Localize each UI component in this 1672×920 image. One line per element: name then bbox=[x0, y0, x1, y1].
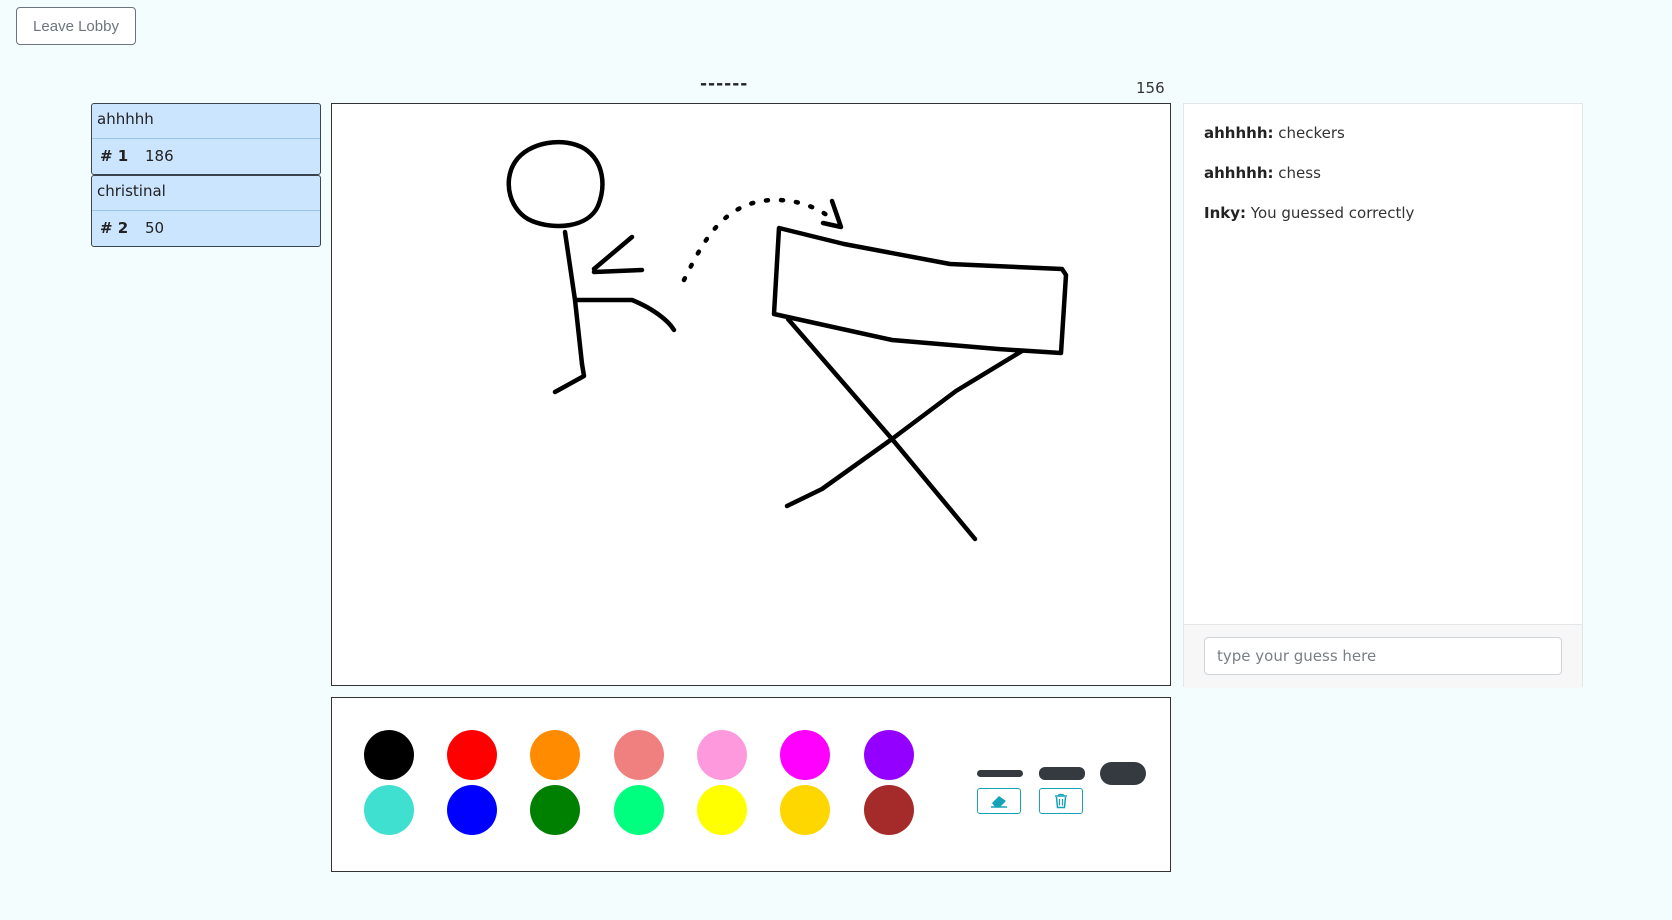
brush-size-large[interactable] bbox=[1100, 762, 1146, 785]
color-swatch-turquoise[interactable] bbox=[364, 785, 414, 835]
chat-message: Inky: You guessed correctly bbox=[1204, 202, 1582, 224]
eraser-button[interactable] bbox=[977, 788, 1021, 814]
chat-messages: ahhhhh: checkers ahhhhh: chess Inky: You… bbox=[1184, 104, 1582, 614]
color-swatch-yellow[interactable] bbox=[697, 785, 747, 835]
drawing-toolbar bbox=[331, 697, 1171, 872]
color-swatch-green[interactable] bbox=[530, 785, 580, 835]
clear-canvas-button[interactable] bbox=[1039, 788, 1083, 814]
color-swatch-magenta[interactable] bbox=[780, 730, 830, 780]
player-score-row: # 1 186 bbox=[92, 139, 320, 175]
color-swatch-spring-green[interactable] bbox=[614, 785, 664, 835]
word-hint: ------ bbox=[700, 74, 749, 94]
color-swatch-pink[interactable] bbox=[697, 730, 747, 780]
leave-lobby-button[interactable]: Leave Lobby bbox=[16, 7, 136, 45]
player-rank: # 2 bbox=[100, 219, 129, 237]
color-swatch-gold[interactable] bbox=[780, 785, 830, 835]
chat-message: ahhhhh: checkers bbox=[1204, 122, 1582, 144]
color-swatch-black[interactable] bbox=[364, 730, 414, 780]
color-swatch-red[interactable] bbox=[447, 730, 497, 780]
player-rank: # 1 bbox=[100, 147, 129, 165]
trash-icon bbox=[1055, 793, 1067, 809]
chat-footer bbox=[1184, 624, 1582, 688]
chat-panel: ahhhhh: checkers ahhhhh: chess Inky: You… bbox=[1183, 103, 1583, 688]
chat-author: ahhhhh: bbox=[1204, 164, 1274, 182]
player-card: ahhhhh # 1 186 bbox=[91, 103, 321, 175]
color-swatch-brown[interactable] bbox=[864, 785, 914, 835]
player-score-row: # 2 50 bbox=[92, 211, 320, 247]
player-name: ahhhhh bbox=[92, 104, 320, 139]
color-swatch-orange[interactable] bbox=[530, 730, 580, 780]
player-score: 50 bbox=[145, 219, 165, 237]
chat-author: Inky: bbox=[1204, 204, 1247, 222]
player-name: christinal bbox=[92, 176, 320, 211]
guess-input[interactable] bbox=[1204, 637, 1562, 675]
round-timer: 156 bbox=[1136, 79, 1165, 97]
player-card: christinal # 2 50 bbox=[91, 175, 321, 247]
chat-text: You guessed correctly bbox=[1246, 204, 1415, 222]
color-swatch-purple[interactable] bbox=[864, 730, 914, 780]
eraser-icon bbox=[991, 796, 1007, 808]
color-swatch-blue[interactable] bbox=[447, 785, 497, 835]
drawing-canvas[interactable] bbox=[331, 103, 1171, 686]
brush-size-small[interactable] bbox=[977, 770, 1023, 777]
color-swatch-salmon[interactable] bbox=[614, 730, 664, 780]
chat-text: checkers bbox=[1273, 124, 1345, 142]
player-list: ahhhhh # 1 186 christinal # 2 50 bbox=[91, 103, 321, 247]
brush-size-medium[interactable] bbox=[1039, 767, 1085, 780]
player-score: 186 bbox=[145, 147, 174, 165]
drawing-sketch bbox=[506, 139, 1069, 542]
chat-author: ahhhhh: bbox=[1204, 124, 1274, 142]
chat-text: chess bbox=[1273, 164, 1321, 182]
chat-message: ahhhhh: chess bbox=[1204, 162, 1582, 184]
